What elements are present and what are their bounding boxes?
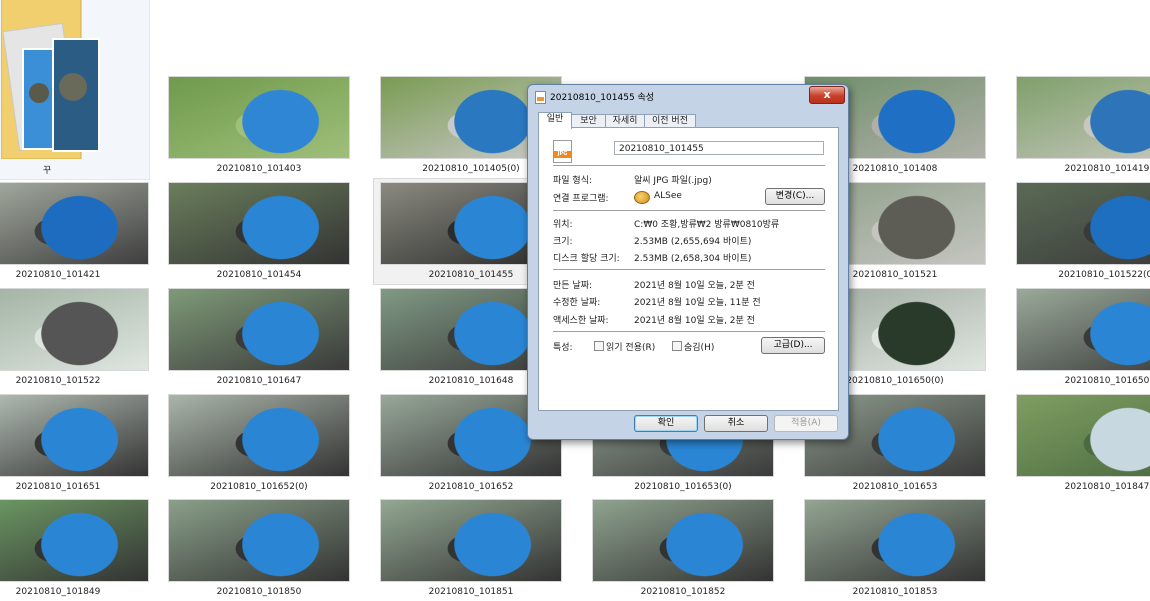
file-name: 20210810_101653 (852, 482, 938, 492)
size-label: 크기: (553, 237, 573, 247)
created-value: 2021년 8월 10일 오늘, 2분 전 (634, 281, 755, 291)
thumbnail-image (381, 500, 561, 581)
thumbnail-image (169, 289, 349, 370)
tab-previous-versions[interactable]: 이전 버전 (644, 114, 696, 128)
file-name: 20210810_101652 (428, 482, 514, 492)
readonly-label: 읽기 전용(R) (606, 343, 656, 353)
file-name: 20210810_101853 (852, 587, 938, 597)
modified-label: 수정한 날짜: (553, 298, 601, 308)
dialog-titlebar[interactable]: 20210810_101455 속성 x (528, 85, 848, 107)
thumbnail-image (1017, 77, 1150, 158)
file-name: 20210810_101454 (216, 270, 302, 280)
disk-size-value: 2.53MB (2,658,304 바이트) (634, 254, 752, 264)
file-name: 20210810_101850 (216, 587, 302, 597)
open-with-label: 연결 프로그램: (553, 194, 609, 204)
file-name: 20210810_101653(0) (634, 482, 732, 492)
readonly-checkbox[interactable] (594, 341, 604, 351)
attributes-label: 특성: (553, 343, 573, 353)
location-value: C:₩0 조황,방류₩2 방류₩0810방류 (634, 220, 780, 230)
cancel-button[interactable]: 취소 (704, 415, 768, 432)
change-button[interactable]: 변경(C)... (765, 188, 825, 205)
file-icon (535, 91, 546, 104)
alsee-icon (634, 191, 650, 204)
thumbnail-image (0, 183, 148, 264)
folder-tile[interactable]: 꾸 (0, 0, 150, 180)
thumbnail-image (0, 395, 148, 476)
thumbnail-image (169, 183, 349, 264)
file-name: 20210810_101421 (15, 270, 101, 280)
thumbnail-image (1017, 289, 1150, 370)
type-label: 파일 형식: (553, 176, 593, 186)
modified-value: 2021년 8월 10일 오늘, 11분 전 (634, 298, 761, 308)
file-name: 20210810_101650 (1064, 376, 1150, 386)
file-name: 20210810_101522 (15, 376, 101, 386)
thumbnail-image (0, 289, 148, 370)
file-name: 20210810_101851 (428, 587, 514, 597)
file-name: 20210810_101651 (15, 482, 101, 492)
folder-label: 꾸 (42, 166, 52, 176)
file-name: 20210810_101403 (216, 164, 302, 174)
thumbnail-image (0, 500, 148, 581)
hidden-label: 숨김(H) (684, 343, 715, 353)
open-with-value: ALSee (654, 191, 682, 201)
close-button[interactable]: x (809, 86, 845, 104)
ok-button[interactable]: 확인 (634, 415, 698, 432)
separator (553, 331, 825, 333)
apply-button[interactable]: 적용(A) (774, 415, 838, 432)
file-name: 20210810_101849 (15, 587, 101, 597)
general-panel: JPG 20210810_101455 파일 형식: 알씨 JPG 파일(.jp… (538, 127, 839, 411)
thumbnail-image (169, 77, 349, 158)
file-name: 20210810_101419 (1064, 164, 1150, 174)
thumbnail-image (805, 500, 985, 581)
file-name: 20210810_101847 (1064, 482, 1150, 492)
tab-general[interactable]: 일반 (538, 112, 572, 129)
tab-security[interactable]: 보안 (571, 114, 606, 128)
separator (553, 165, 825, 167)
disk-size-label: 디스크 할당 크기: (553, 254, 620, 264)
advanced-button[interactable]: 고급(D)... (761, 337, 825, 354)
properties-dialog: 20210810_101455 속성 x 일반 보안 자세히 이전 버전 JPG… (527, 84, 849, 440)
thumbnail-image (1017, 395, 1150, 476)
file-name: 20210810_101647 (216, 376, 302, 386)
dialog-title: 20210810_101455 속성 (550, 93, 655, 103)
thumbnail-image (1017, 183, 1150, 264)
separator (553, 269, 825, 271)
filename-field[interactable]: 20210810_101455 (614, 141, 824, 155)
type-value: 알씨 JPG 파일(.jpg) (634, 176, 712, 186)
location-label: 위치: (553, 220, 573, 230)
file-name: 20210810_101852 (640, 587, 726, 597)
thumbnail-image (169, 395, 349, 476)
jpg-file-icon: JPG (553, 140, 572, 163)
folder-icon (1, 0, 100, 159)
accessed-label: 액세스한 날짜: (553, 316, 609, 326)
created-label: 만든 날짜: (553, 281, 593, 291)
file-name: 20210810_101522(0) (1058, 270, 1150, 280)
thumbnail-image (169, 500, 349, 581)
size-value: 2.53MB (2,655,694 바이트) (634, 237, 752, 247)
accessed-value: 2021년 8월 10일 오늘, 2분 전 (634, 316, 755, 326)
hidden-checkbox[interactable] (672, 341, 682, 351)
thumbnail-image (593, 500, 773, 581)
file-name: 20210810_101652(0) (210, 482, 308, 492)
tab-details[interactable]: 자세히 (605, 114, 645, 128)
separator (553, 210, 825, 212)
